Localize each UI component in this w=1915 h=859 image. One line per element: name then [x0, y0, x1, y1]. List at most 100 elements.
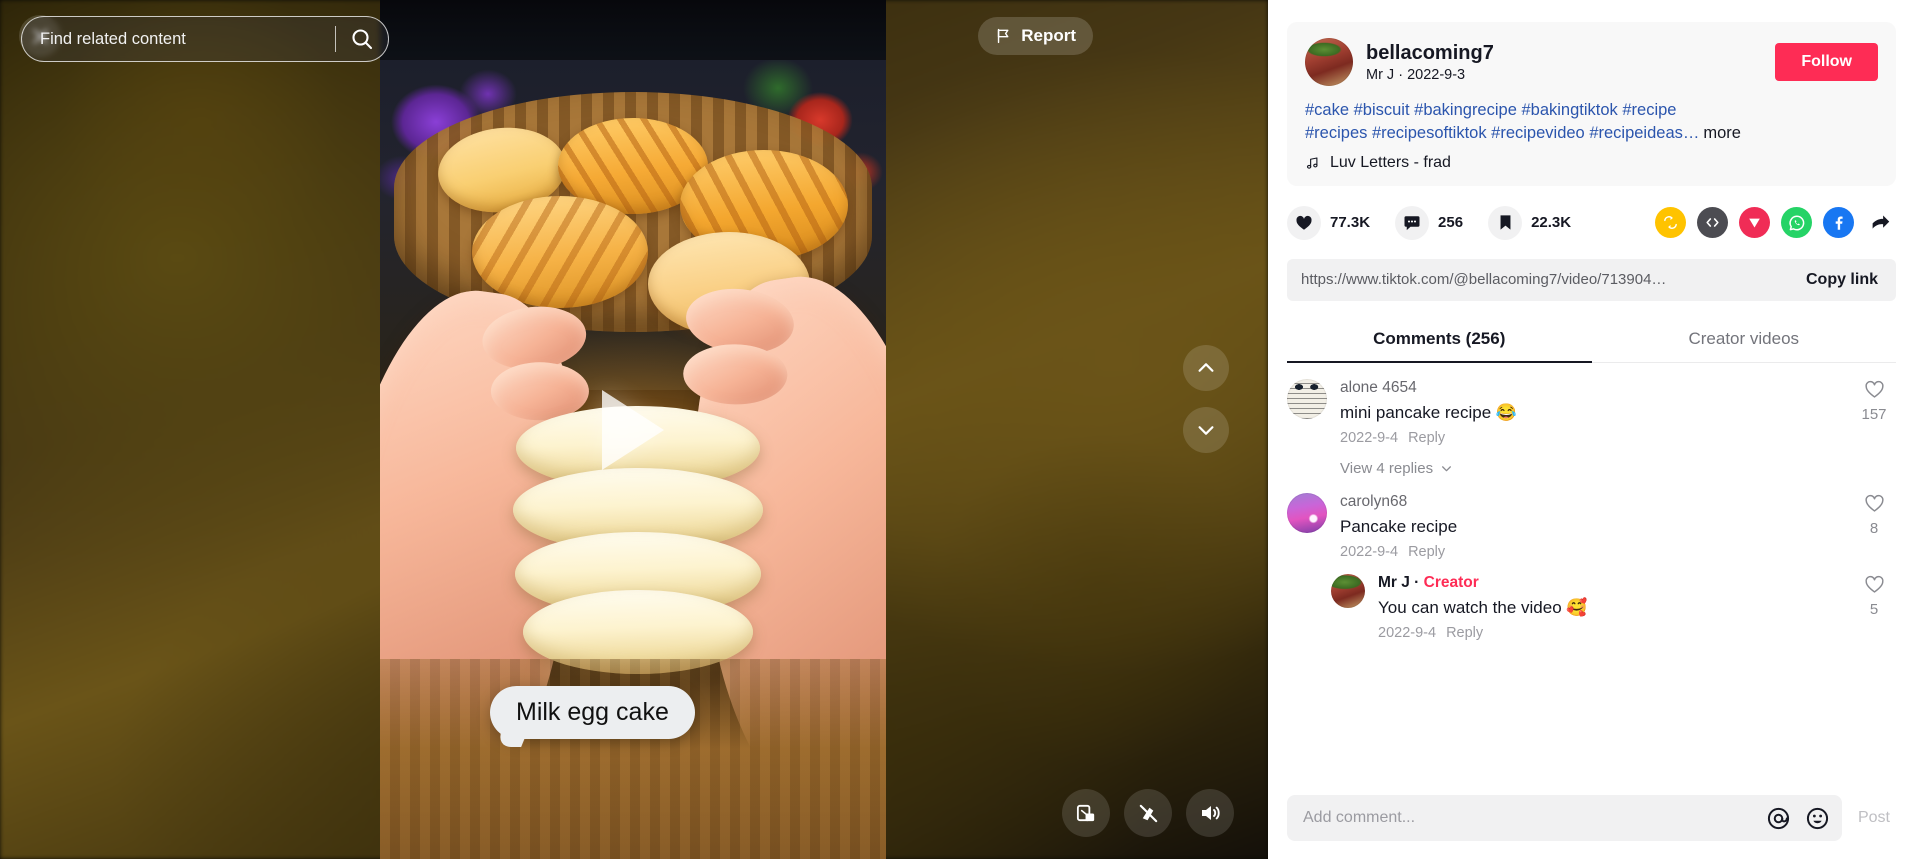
whatsapp-icon[interactable] — [1781, 207, 1812, 239]
like-count: 77.3K — [1330, 214, 1371, 232]
bookmark-button[interactable]: 22.3K — [1488, 205, 1572, 240]
comment-button[interactable]: 256 — [1395, 205, 1464, 240]
chevron-up-icon — [1198, 363, 1214, 372]
comment-reply-item: Mr J · Creator You can watch the video 🥰… — [1331, 573, 1896, 641]
telegram-icon[interactable] — [1739, 207, 1770, 239]
previous-video-button[interactable] — [1183, 345, 1229, 391]
video-navigation — [1183, 345, 1229, 453]
volume-on-icon — [1202, 806, 1220, 820]
hashtags-line-1[interactable]: #cake #biscuit #bakingrecipe #bakingtikt… — [1305, 101, 1676, 119]
clear-display-button[interactable] — [1124, 789, 1172, 837]
avatar[interactable] — [1331, 573, 1365, 608]
comment-input[interactable] — [1303, 809, 1752, 827]
clear-mode-icon — [1139, 804, 1157, 822]
bookmark-count: 22.3K — [1531, 214, 1572, 232]
search-icon — [352, 29, 373, 50]
comment-text: Pancake recipe — [1340, 516, 1458, 536]
comment-meta: 2022-9-4 Reply — [1340, 544, 1839, 560]
reply-button[interactable]: Reply — [1408, 544, 1445, 560]
author-row: bellacoming7 Mr J · 2022-9-3 Follow — [1305, 38, 1878, 86]
creator-badge: Creator — [1423, 573, 1479, 591]
comment-like-count: 8 — [1869, 519, 1879, 537]
video-controls — [1062, 789, 1234, 837]
panel-tabs: Comments (256) Creator videos — [1287, 318, 1896, 363]
repost-icon[interactable] — [1655, 207, 1686, 239]
comment-like-button[interactable]: 5 — [1852, 574, 1896, 641]
comment-like-button[interactable]: 8 — [1852, 493, 1896, 560]
at-mention-icon[interactable] — [1766, 806, 1791, 831]
view-replies-button[interactable]: View 4 replies — [1340, 460, 1896, 477]
comment-author[interactable]: alone 4654 — [1340, 379, 1839, 397]
comment-item: carolyn68 Pancake recipe 2022-9-4 Reply … — [1287, 492, 1896, 560]
tiktok-video-modal: Milk egg cake Report — [0, 0, 1915, 859]
report-button[interactable]: Report — [978, 17, 1093, 55]
search-submit-button[interactable] — [342, 19, 382, 59]
video-player[interactable]: Milk egg cake — [380, 0, 886, 859]
author-text: bellacoming7 Mr J · 2022-9-3 — [1366, 42, 1494, 83]
view-replies-label: View 4 replies — [1340, 459, 1434, 477]
avatar[interactable] — [1305, 38, 1353, 86]
reply-separator: · — [1409, 573, 1424, 591]
video-caption-bubble: Milk egg cake — [490, 686, 695, 739]
video-stage: Milk egg cake Report — [0, 0, 1268, 859]
avatar[interactable] — [1287, 378, 1327, 419]
share-link-bar: https://www.tiktok.com/@bellacoming7/vid… — [1287, 258, 1896, 301]
copy-link-button[interactable]: Copy link — [1794, 271, 1890, 289]
comment-text: You can watch the video 🥰 — [1378, 597, 1588, 617]
tab-creator-videos[interactable]: Creator videos — [1592, 318, 1897, 362]
video-info-card: bellacoming7 Mr J · 2022-9-3 Follow #cak… — [1287, 22, 1896, 186]
hashtags-line-2[interactable]: #recipes #recipesoftiktok #recipevideo #… — [1305, 124, 1699, 142]
report-label: Report — [1021, 26, 1076, 45]
video-description: #cake #biscuit #bakingrecipe #bakingtikt… — [1305, 99, 1878, 145]
reply-author[interactable]: Mr J · Creator — [1378, 574, 1839, 592]
comment-body: carolyn68 Pancake recipe 2022-9-4 Reply — [1340, 493, 1839, 560]
emoji-icon[interactable] — [1805, 806, 1830, 831]
chevron-down-icon — [1198, 426, 1214, 435]
follow-button[interactable]: Follow — [1775, 43, 1878, 81]
author-subtitle: Mr J · 2022-9-3 — [1366, 66, 1466, 83]
heart-outline-icon — [1864, 380, 1884, 398]
heart-outline-icon — [1864, 494, 1884, 512]
reply-button[interactable]: Reply — [1408, 430, 1445, 446]
share-arrow-icon[interactable] — [1865, 207, 1896, 238]
share-icons-group — [1655, 207, 1896, 239]
music-label: Luv Letters - frad — [1330, 153, 1451, 171]
music-note-icon — [1306, 156, 1318, 169]
music-row[interactable]: Luv Letters - frad — [1305, 154, 1878, 172]
video-url[interactable]: https://www.tiktok.com/@bellacoming7/vid… — [1301, 271, 1794, 288]
comment-count: 256 — [1438, 214, 1464, 232]
avatar[interactable] — [1287, 492, 1327, 533]
reply-button[interactable]: Reply — [1446, 625, 1483, 641]
picture-in-picture-button[interactable] — [1062, 789, 1110, 837]
comment-item: alone 4654 mini pancake recipe 😂 2022-9-… — [1287, 378, 1896, 446]
post-comment-button[interactable]: Post — [1852, 809, 1896, 827]
comment-like-button[interactable]: 157 — [1852, 379, 1896, 446]
flag-icon — [998, 28, 1009, 44]
tab-comments[interactable]: Comments (256) — [1287, 318, 1592, 363]
heart-filled-icon — [1287, 205, 1321, 240]
video-details-panel: bellacoming7 Mr J · 2022-9-3 Follow #cak… — [1268, 0, 1915, 859]
find-related-content-search[interactable] — [21, 16, 389, 62]
comment-date: 2022-9-4 — [1378, 624, 1437, 641]
comment-body: alone 4654 mini pancake recipe 😂 2022-9-… — [1340, 379, 1839, 446]
comment-text: mini pancake recipe 😂 — [1340, 402, 1518, 422]
search-input[interactable] — [40, 29, 329, 49]
comment-author[interactable]: carolyn68 — [1340, 493, 1839, 511]
volume-button[interactable] — [1186, 789, 1234, 837]
embed-code-icon[interactable] — [1697, 207, 1728, 239]
comment-date: 2022-9-4 — [1340, 543, 1399, 560]
facebook-icon[interactable] — [1823, 207, 1854, 239]
comment-input-container[interactable] — [1287, 795, 1842, 841]
comment-date: 2022-9-4 — [1340, 429, 1399, 446]
engagement-action-bar: 77.3K 256 22.3K — [1268, 186, 1915, 240]
like-button[interactable]: 77.3K — [1287, 205, 1371, 240]
comment-meta: 2022-9-4 Reply — [1378, 625, 1839, 641]
next-video-button[interactable] — [1183, 407, 1229, 453]
heart-outline-icon — [1864, 575, 1884, 593]
author-username[interactable]: bellacoming7 — [1366, 42, 1494, 65]
chevron-down-icon — [1442, 465, 1452, 471]
more-link[interactable]: more — [1703, 124, 1741, 142]
bookmark-filled-icon — [1488, 205, 1523, 240]
pip-icon — [1076, 804, 1094, 821]
comment-composer: Post — [1268, 778, 1915, 859]
